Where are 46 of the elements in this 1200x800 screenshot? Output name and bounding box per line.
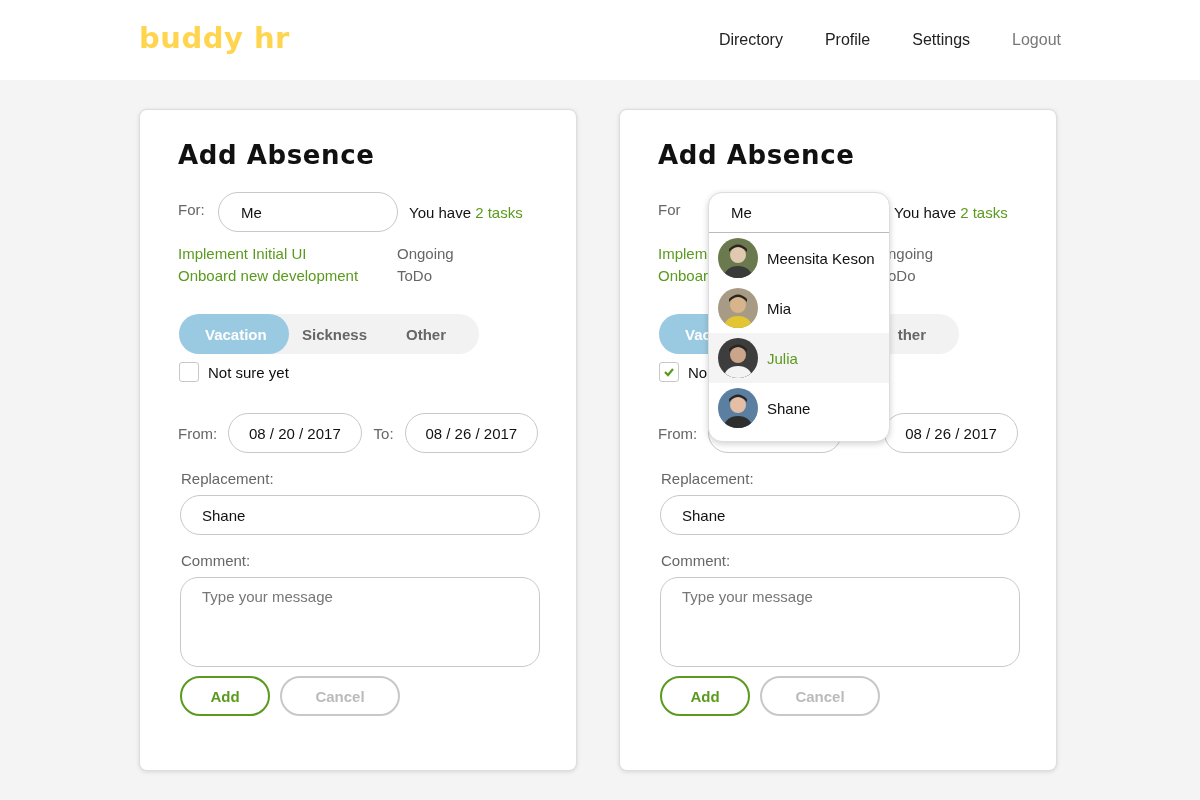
add-button[interactable]: Add <box>180 676 270 716</box>
tasks-note: You have 2 tasks <box>894 203 1008 221</box>
checkbox[interactable] <box>659 362 679 382</box>
form-title: Add Absence <box>178 140 376 170</box>
absence-type-tab[interactable]: Other <box>393 314 479 354</box>
checkbox-label: No <box>688 363 708 381</box>
date-field[interactable]: 08 / 26 / 2017 <box>884 413 1018 453</box>
checkbox[interactable] <box>179 362 199 382</box>
field-label: Comment: <box>181 552 252 570</box>
task-status: ToDo <box>397 267 433 284</box>
absence-type-tab[interactable]: Sickness <box>289 314 381 354</box>
date-field[interactable]: 08 / 20 / 2017 <box>228 413 362 453</box>
replacement-field[interactable]: Shane <box>180 495 540 535</box>
nav-link[interactable]: Directory <box>718 31 783 49</box>
task-link[interactable]: Implement Initial UI <box>178 245 307 262</box>
dropdown-option[interactable]: Julia <box>709 333 889 383</box>
nav-link[interactable]: Logout <box>1012 31 1061 49</box>
task-status: Ongoing <box>397 245 454 262</box>
search-field[interactable]: Me <box>709 193 889 233</box>
tasks-link[interactable]: 2 tasks <box>475 203 523 221</box>
field-label: For <box>658 200 682 218</box>
form-title: Add Absence <box>658 140 856 170</box>
tasks-note: You have 2 tasks <box>409 203 523 221</box>
nav-link[interactable]: Settings <box>912 31 971 49</box>
comment-field[interactable]: Type your message <box>660 577 1020 667</box>
task-link[interactable]: Onboar <box>658 267 709 284</box>
tasks-link[interactable]: 2 tasks <box>960 203 1008 221</box>
dropdown-option[interactable]: Meensita Keson <box>709 233 889 283</box>
nav-link[interactable]: Profile <box>824 31 871 49</box>
field-label: Replacement: <box>661 470 755 488</box>
field-label: To: <box>373 424 394 442</box>
person-field[interactable]: Me <box>218 192 398 232</box>
field-label: Replacement: <box>181 470 275 488</box>
task-link[interactable]: Implem <box>658 245 708 262</box>
checkbox-label: Not sure yet <box>208 363 289 381</box>
task-status: ngoing <box>888 245 934 262</box>
field-label: Comment: <box>661 552 732 570</box>
field-label: From: <box>658 424 698 442</box>
check-icon <box>663 366 675 378</box>
task-link[interactable]: Onboard new development <box>178 267 359 284</box>
date-field[interactable]: 08 / 26 / 2017 <box>404 413 538 453</box>
field-label: From: <box>178 424 218 442</box>
field-label: For: <box>178 200 206 218</box>
comment-field[interactable]: Type your message <box>180 577 540 667</box>
replacement-field[interactable]: Shane <box>660 495 1020 535</box>
add-button[interactable]: Add <box>660 676 750 716</box>
